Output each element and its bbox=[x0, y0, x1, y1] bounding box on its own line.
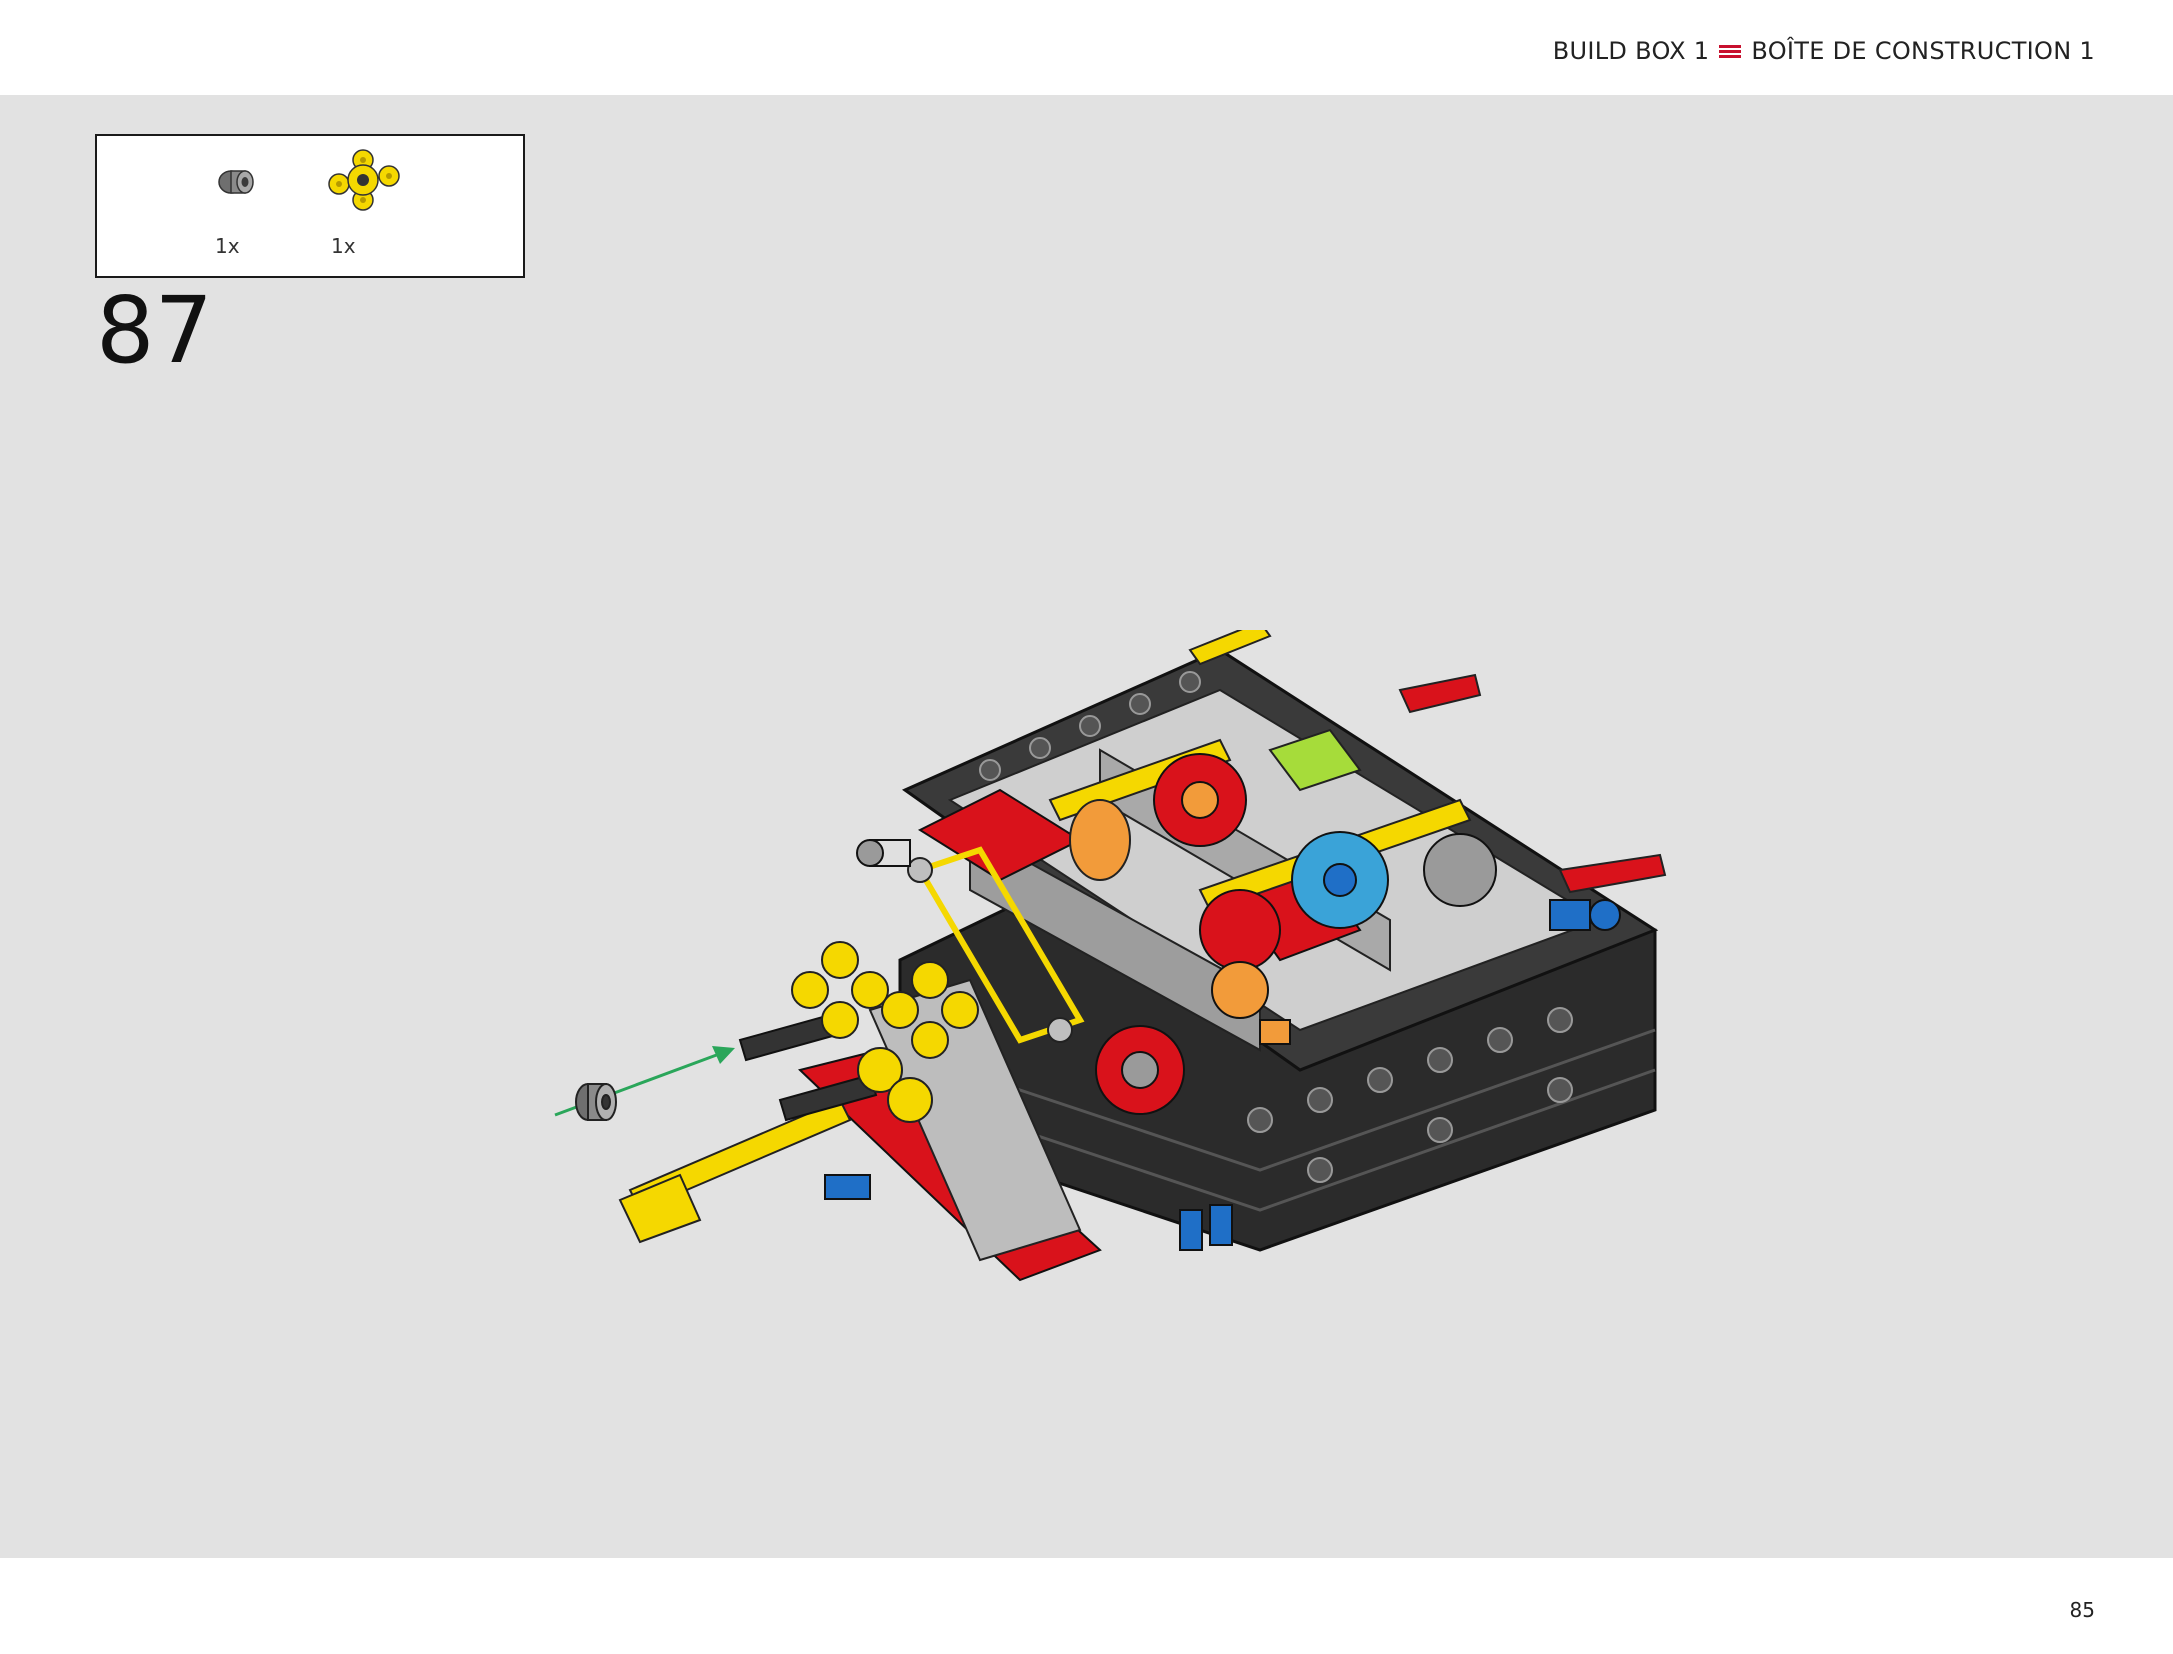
gearbox-assembly-illustration bbox=[540, 620, 1680, 1314]
parts-callout: 1x 1x bbox=[95, 134, 525, 278]
header-title-en: BUILD BOX 1 bbox=[1552, 37, 1710, 65]
step-number: 87 bbox=[96, 277, 214, 384]
page-number: 85 bbox=[2069, 1598, 2095, 1622]
bush-gray-icon bbox=[218, 170, 254, 194]
page-header: BUILD BOX 1 BOÎTE DE CONSTRUCTION 1 bbox=[0, 0, 2173, 95]
part-quantity: 1x bbox=[215, 234, 240, 258]
header-title-fr: BOÎTE DE CONSTRUCTION 1 bbox=[1751, 37, 2095, 65]
header-title: BUILD BOX 1 BOÎTE DE CONSTRUCTION 1 bbox=[1553, 34, 2095, 68]
page-footer: 85 bbox=[0, 1558, 2173, 1654]
gear-knob-yellow-icon bbox=[328, 149, 400, 211]
parts-list-item: 1x bbox=[323, 146, 413, 258]
part-quantity: 1x bbox=[331, 234, 356, 258]
menu-lines-icon bbox=[1719, 43, 1742, 59]
parts-list-item: 1x bbox=[207, 154, 297, 264]
